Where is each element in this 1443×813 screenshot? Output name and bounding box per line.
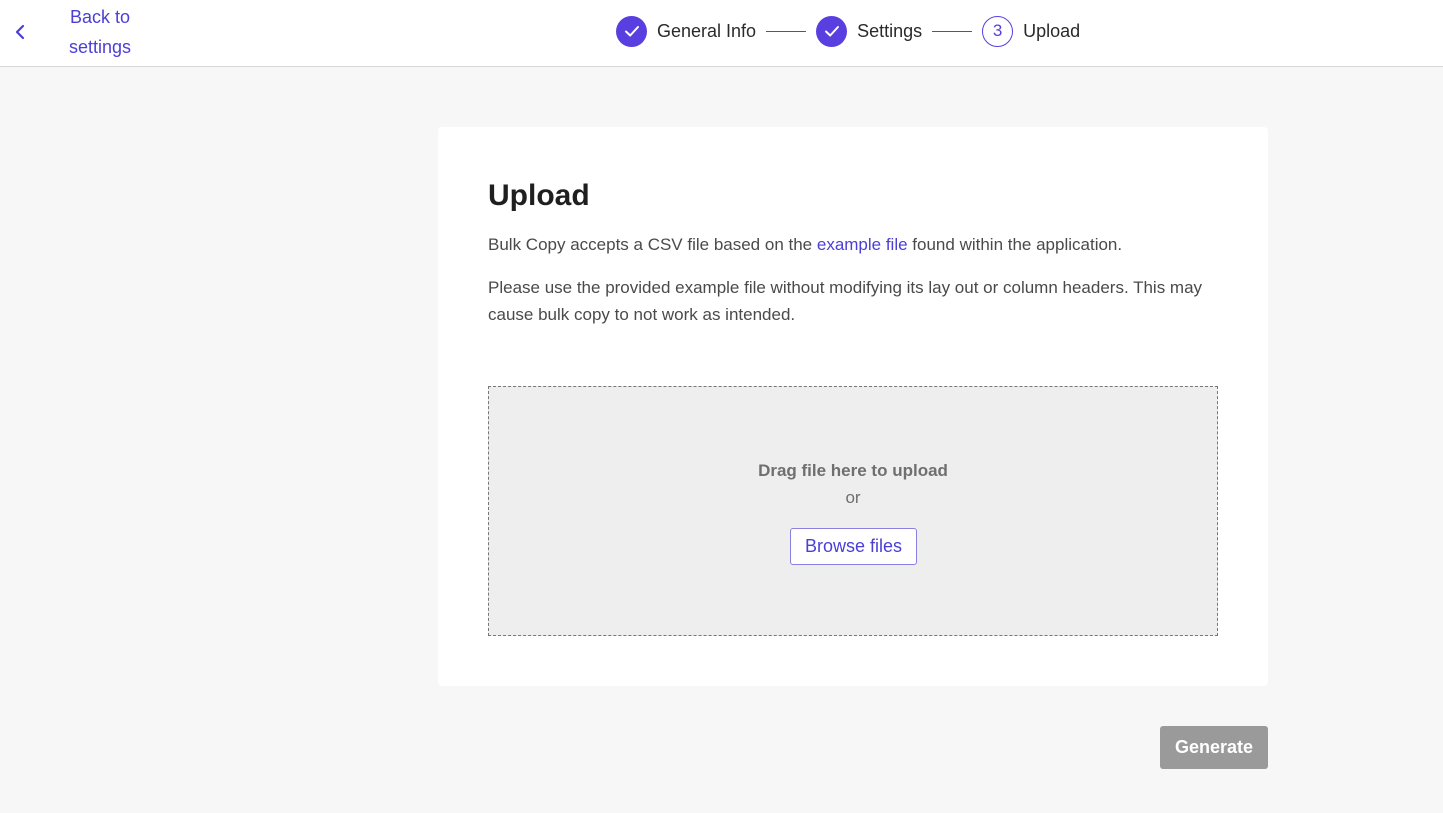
check-icon [624, 26, 639, 37]
step-connector [766, 30, 807, 32]
page-title: Upload [488, 179, 590, 212]
stepper: General Info Settings 3 Upload [616, 15, 1080, 47]
step-label: Settings [857, 20, 923, 41]
file-dropzone[interactable]: Drag file here to upload or Browse files [488, 386, 1218, 636]
step-number: 3 [982, 15, 1014, 47]
example-file-link[interactable]: example file [817, 235, 908, 254]
chevron-left-icon [15, 24, 25, 40]
description: Bulk Copy accepts a CSV file based on th… [488, 234, 1228, 256]
upload-card: Upload Bulk Copy accepts a CSV file base… [438, 127, 1268, 686]
back-label: Back to settings [68, 7, 132, 57]
back-to-settings-link[interactable]: Back to settings [8, 2, 140, 62]
dropzone-title: Drag file here to upload [758, 461, 948, 480]
usage-note: Please use the provided example file wit… [488, 278, 1203, 324]
step-upload: 3 Upload [982, 15, 1081, 47]
check-icon [824, 26, 839, 37]
step-done-indicator [816, 15, 848, 47]
top-bar: Back to settings General Info Settings 3… [0, 0, 1443, 67]
generate-button[interactable]: Generate [1160, 726, 1268, 769]
step-settings: Settings [816, 15, 923, 47]
step-connector [932, 30, 973, 32]
step-done-indicator [616, 15, 647, 47]
description-text: Bulk Copy accepts a CSV file based on th… [488, 235, 817, 254]
step-label: Upload [1023, 20, 1081, 41]
browse-files-button[interactable]: Browse files [790, 528, 917, 565]
step-general-info: General Info [616, 15, 757, 47]
description-text: found within the application. [907, 235, 1123, 254]
step-label: General Info [657, 20, 757, 41]
dropzone-or: or [845, 488, 861, 507]
